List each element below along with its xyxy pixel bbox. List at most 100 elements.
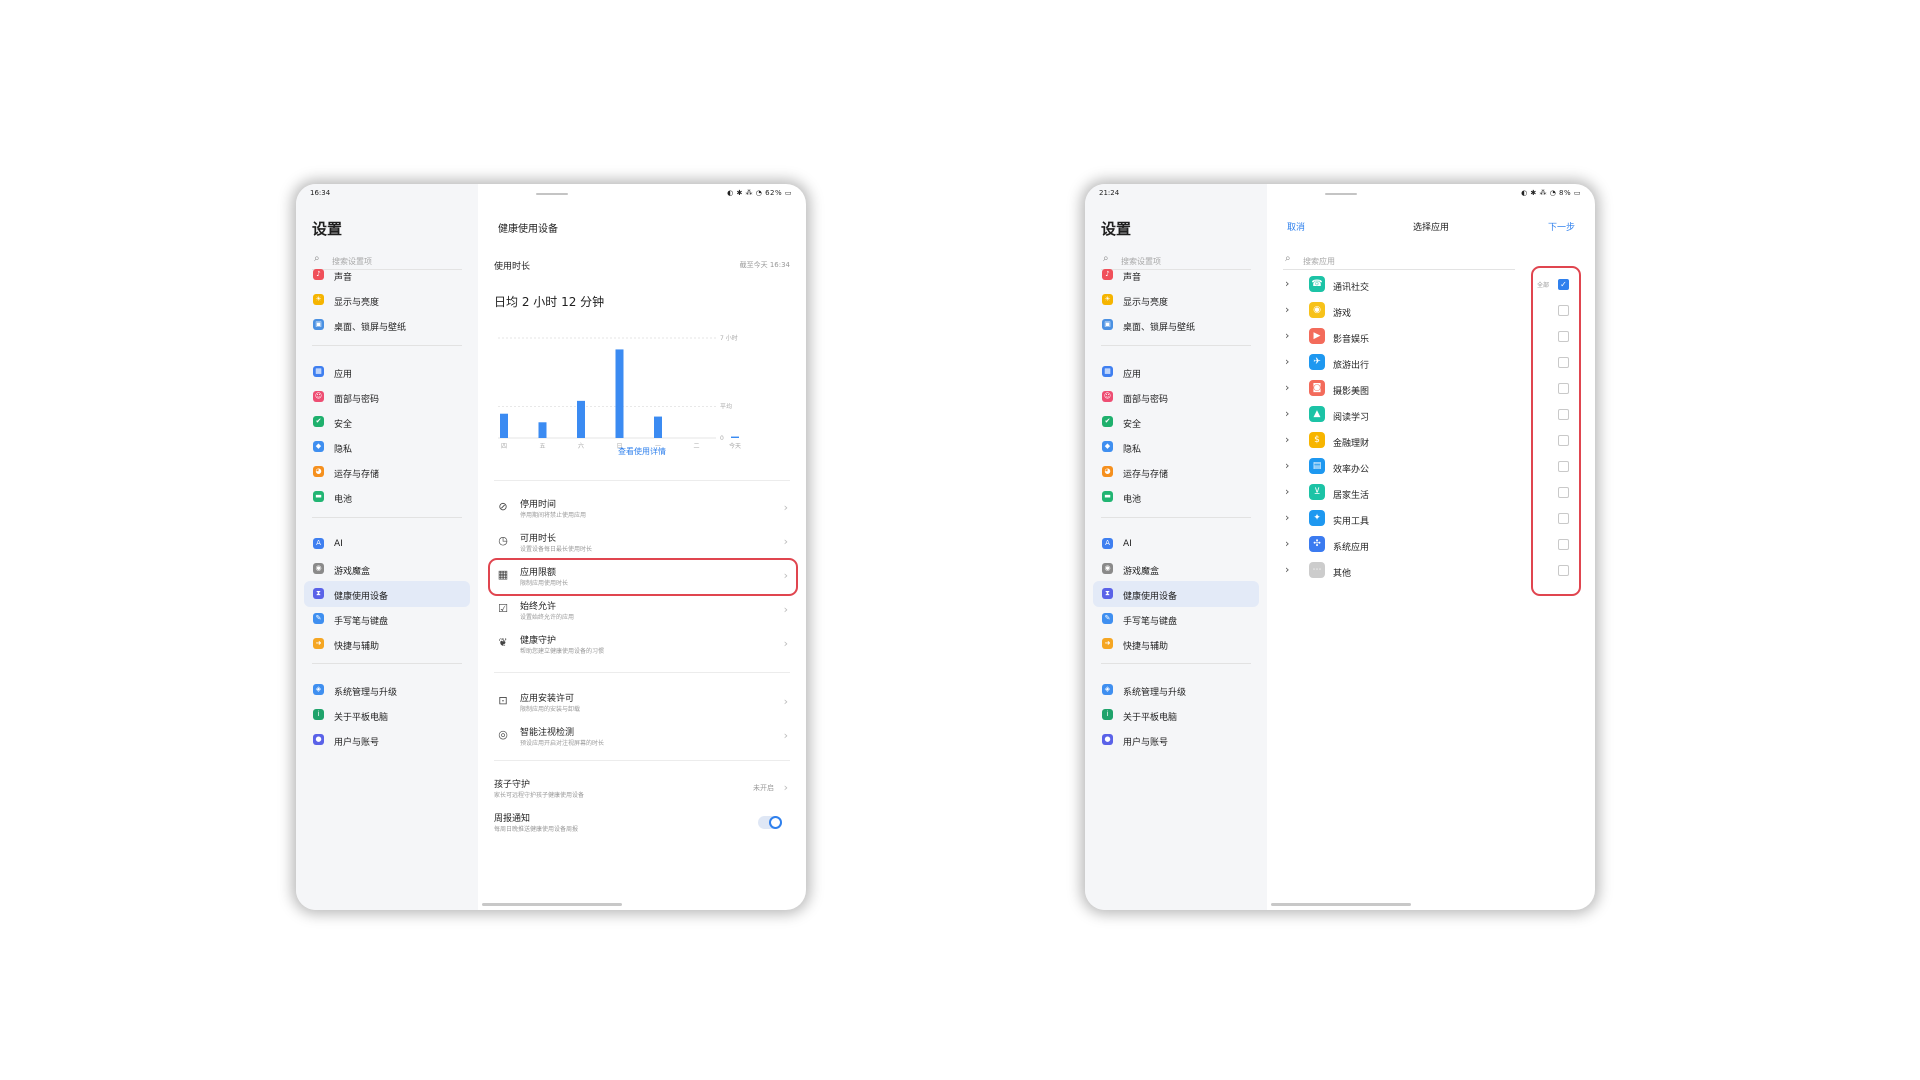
sidebar-item-shortcut[interactable]: ➜ 快捷与辅助: [1093, 631, 1259, 657]
sidebar-item-privacy[interactable]: ◆ 隐私: [1093, 434, 1259, 460]
sidebar-item-storage-pie[interactable]: ◕ 运存与存储: [1093, 459, 1259, 485]
chart-bar[interactable]: [577, 400, 585, 438]
chevron-right-icon[interactable]: ›: [1285, 563, 1289, 576]
page-title: 选择应用: [1412, 223, 1449, 233]
shortcut-icon: ➜: [1102, 638, 1113, 649]
sidebar-item-gamepad[interactable]: ◉ 游戏魔盒: [304, 556, 470, 582]
chevron-right-icon[interactable]: ›: [1285, 381, 1289, 394]
video-icon: ▶: [1309, 328, 1325, 344]
sidebar-item-label: 系统管理与升级: [1123, 688, 1187, 698]
status-time: 16:34: [310, 189, 331, 197]
sidebar-item-hourglass[interactable]: ⧗ 健康使用设备: [304, 581, 470, 607]
chevron-right-icon: ›: [783, 729, 788, 742]
row-subtitle: 家长可远程守护孩子健康使用设备: [494, 792, 585, 799]
hourglass-icon: ⧗: [1102, 588, 1113, 599]
home-indicator[interactable]: [482, 903, 622, 906]
sidebar-item-speaker[interactable]: ♪ 声音: [304, 262, 470, 288]
sidebar-item-storage-pie[interactable]: ◕ 运存与存储: [304, 459, 470, 485]
settings-row[interactable]: ◎ 智能注视检测 预设应用开启对注视屏幕的时长 ›: [488, 718, 796, 756]
next-step-button[interactable]: 下一步: [1548, 220, 1575, 233]
settings-row[interactable]: 孩子守护 家长可远程守护孩子健康使用设备 未开启 ›: [488, 770, 796, 808]
ai-icon: A: [313, 538, 324, 549]
sidebar-item-apps-grid[interactable]: ▦ 应用: [304, 359, 470, 385]
chevron-right-icon[interactable]: ›: [1285, 433, 1289, 446]
speaker-icon: ♪: [1102, 269, 1113, 280]
row-title: 始终允许: [520, 602, 557, 612]
sidebar-item-label: 隐私: [334, 445, 353, 455]
settings-row[interactable]: ❦ 健康守护 帮助您建立健康使用设备的习惯 ›: [488, 626, 796, 664]
app-search-input[interactable]: ⌕ 搜索应用: [1283, 252, 1515, 270]
sidebar-item-wallpaper[interactable]: ▣ 桌面、锁屏与壁纸: [304, 312, 470, 338]
chart-y-tick-label: 0: [720, 435, 724, 442]
chart-bar[interactable]: [731, 436, 739, 438]
sidebar-item-info[interactable]: i 关于平板电脑: [1093, 702, 1259, 728]
eye-detect-icon: ◎: [498, 728, 508, 741]
sidebar-item-apps-grid[interactable]: ▦ 应用: [1093, 359, 1259, 385]
usage-bar-chart[interactable]: 7 小时平均0四五六日一二今天: [488, 334, 798, 449]
sidebar-item-system-cube[interactable]: ◈ 系统管理与升级: [1093, 677, 1259, 703]
sidebar-item-stylus[interactable]: ✎ 手写笔与键盘: [1093, 606, 1259, 632]
sidebar-item-shortcut[interactable]: ➜ 快捷与辅助: [304, 631, 470, 657]
sidebar-item-shield[interactable]: ✔ 安全: [304, 409, 470, 435]
sidebar-item-face[interactable]: ☺ 面部与密码: [304, 384, 470, 410]
page-title: 健康使用设备: [498, 224, 558, 235]
chevron-right-icon[interactable]: ›: [1285, 407, 1289, 420]
sidebar-item-ai[interactable]: A AI: [304, 531, 470, 557]
chevron-right-icon[interactable]: ›: [1285, 329, 1289, 342]
row-title: 孩子守护: [494, 780, 531, 790]
sidebar-item-face[interactable]: ☺ 面部与密码: [1093, 384, 1259, 410]
chevron-right-icon[interactable]: ›: [1285, 511, 1289, 524]
chevron-right-icon[interactable]: ›: [1285, 537, 1289, 550]
settings-row[interactable]: 周报通知 每周日晚推送健康使用设备周报: [488, 804, 796, 842]
chart-bar[interactable]: [538, 422, 547, 438]
chart-bar[interactable]: [615, 349, 624, 438]
usage-details-link[interactable]: 查看使用详情: [478, 446, 806, 457]
chevron-right-icon: ›: [783, 637, 788, 650]
sidebar-item-shield[interactable]: ✔ 安全: [1093, 409, 1259, 435]
sidebar-item-battery[interactable]: ▬ 电池: [304, 484, 470, 510]
sidebar-item-gamepad[interactable]: ◉ 游戏魔盒: [1093, 556, 1259, 582]
chart-bar[interactable]: [500, 413, 508, 438]
row-value: 未开启: [753, 784, 774, 792]
sidebar-item-user[interactable]: ● 用户与账号: [1093, 727, 1259, 753]
apps-grid-icon: ▦: [313, 366, 324, 377]
sidebar-item-battery[interactable]: ▬ 电池: [1093, 484, 1259, 510]
chevron-right-icon[interactable]: ›: [1285, 459, 1289, 472]
settings-row[interactable]: ⊡ 应用安装许可 限制应用的安装与卸载 ›: [488, 684, 796, 722]
sidebar-item-info[interactable]: i 关于平板电脑: [304, 702, 470, 728]
sidebar-title: 设置: [1101, 220, 1132, 238]
sidebar-item-speaker[interactable]: ♪ 声音: [1093, 262, 1259, 288]
briefcase-icon: ▤: [1309, 458, 1325, 474]
chart-bar[interactable]: [654, 416, 662, 438]
row-title: 智能注视检测: [520, 728, 575, 738]
settings-row[interactable]: ◷ 可用时长 设置设备每日最长使用时长 ›: [488, 524, 796, 562]
sidebar-item-label: 游戏魔盒: [1123, 567, 1160, 577]
sidebar-item-label: 手写笔与键盘: [1123, 617, 1178, 627]
install-permit-icon: ⊡: [498, 694, 508, 707]
weekly-report-toggle[interactable]: [758, 816, 782, 829]
chevron-right-icon[interactable]: ›: [1285, 303, 1289, 316]
sidebar-item-sun[interactable]: ☀ 显示与亮度: [1093, 287, 1259, 313]
row-subtitle: 每周日晚推送健康使用设备周报: [494, 826, 579, 833]
chevron-right-icon[interactable]: ›: [1285, 355, 1289, 368]
wallpaper-icon: ▣: [313, 319, 324, 330]
sidebar-item-ai[interactable]: A AI: [1093, 531, 1259, 557]
sidebar-item-user[interactable]: ● 用户与账号: [304, 727, 470, 753]
sidebar-item-sun[interactable]: ☀ 显示与亮度: [304, 287, 470, 313]
settings-row[interactable]: ☑ 始终允许 设置始终允许的应用 ›: [488, 592, 796, 630]
category-label: 系统应用: [1333, 543, 1370, 553]
sidebar-item-hourglass[interactable]: ⧗ 健康使用设备: [1093, 581, 1259, 607]
sidebar-item-label: 用户与账号: [1123, 738, 1169, 748]
chevron-right-icon[interactable]: ›: [1285, 485, 1289, 498]
sidebar-item-privacy[interactable]: ◆ 隐私: [304, 434, 470, 460]
chevron-right-icon[interactable]: ›: [1285, 277, 1289, 290]
home-indicator[interactable]: [1271, 903, 1411, 906]
sidebar-divider: [1101, 517, 1251, 518]
daily-average: 日均 2 小时 12 分钟: [494, 295, 605, 309]
sidebar-item-stylus[interactable]: ✎ 手写笔与键盘: [304, 606, 470, 632]
sidebar-item-wallpaper[interactable]: ▣ 桌面、锁屏与壁纸: [1093, 312, 1259, 338]
sidebar-item-system-cube[interactable]: ◈ 系统管理与升级: [304, 677, 470, 703]
settings-row[interactable]: ⊘ 停用时间 停用期间将禁止使用应用 ›: [488, 490, 796, 528]
category-label: 旅游出行: [1333, 361, 1370, 371]
more-icon: ⋯: [1309, 562, 1325, 578]
